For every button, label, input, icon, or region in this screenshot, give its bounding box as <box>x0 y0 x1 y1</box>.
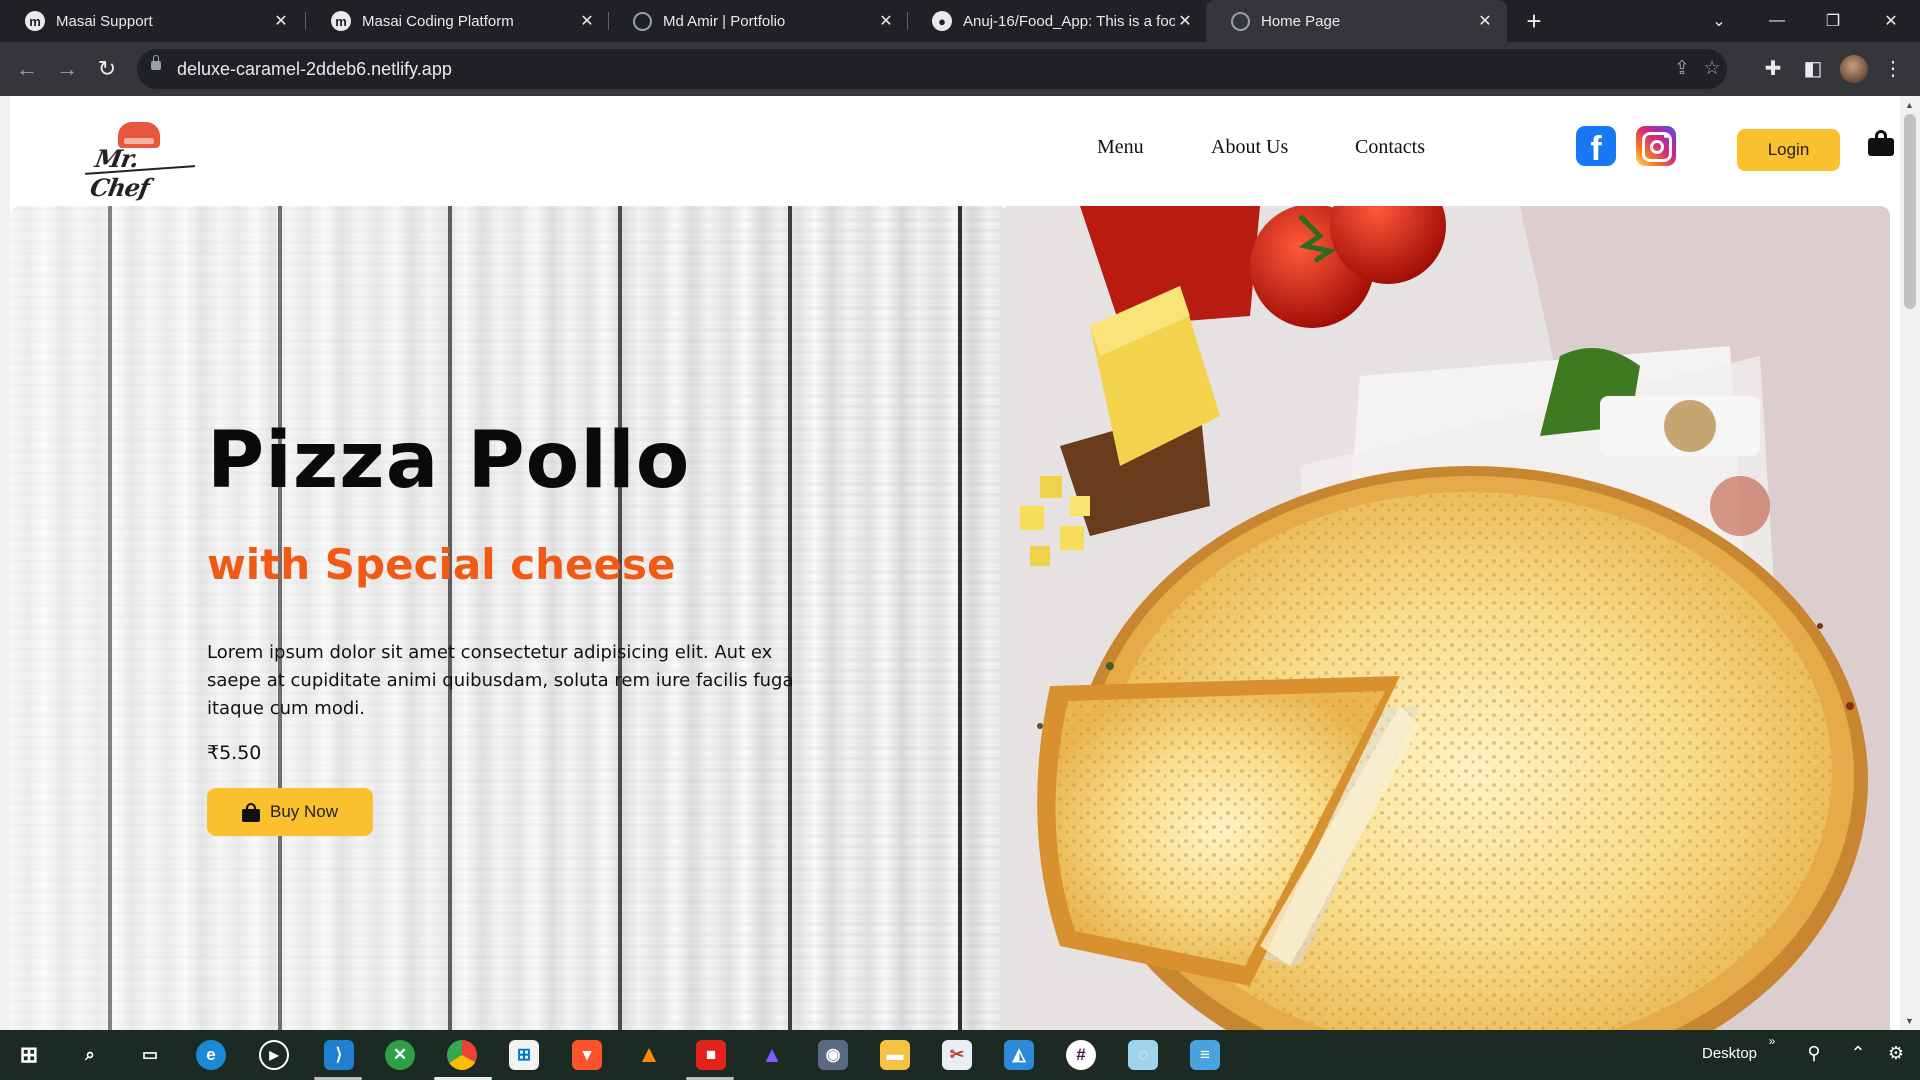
shopping-bag-icon <box>241 803 260 822</box>
close-icon[interactable]: ✕ <box>1175 11 1195 31</box>
page-margin <box>0 96 10 1030</box>
affinity-icon[interactable]: ▲ <box>757 1040 787 1070</box>
windows-taskbar: ⊞ ⌕ ▭ e ▶ ⟩ ✕ ⊞ ▾ ▲ ■ ▲ ◉ ▬ ✂ ◭ # ◌ ≡ De… <box>0 1030 1920 1080</box>
minimize-button[interactable]: — <box>1748 0 1806 42</box>
tab-search-icon[interactable]: ⌄ <box>1690 0 1748 42</box>
reload-button[interactable]: ↻ <box>90 52 124 86</box>
camera-icon[interactable]: ◉ <box>818 1040 848 1070</box>
nav-contacts[interactable]: Contacts <box>1355 136 1425 159</box>
vertical-scrollbar[interactable]: ▲ ▼ <box>1900 96 1920 1030</box>
chevron-expand-icon[interactable]: » <box>1760 1034 1784 1048</box>
app-icon-2[interactable]: ◌ <box>1128 1040 1158 1070</box>
hero-price: ₹5.50 <box>207 742 262 764</box>
people-icon[interactable]: ⚲ <box>1802 1043 1826 1064</box>
instagram-icon[interactable] <box>1636 126 1676 166</box>
brave-icon[interactable]: ▾ <box>572 1040 602 1070</box>
tab-title: Md Amir | Portfolio <box>663 12 786 30</box>
tab-masai-support[interactable]: m Masai Support ✕ <box>0 0 303 42</box>
hero-section: Pizza Pollo with Special cheese Lorem ip… <box>10 206 1890 1030</box>
close-icon[interactable]: ✕ <box>577 11 597 31</box>
hero-title: Pizza Pollo <box>207 416 691 506</box>
address-bar[interactable]: deluxe-caramel-2ddeb6.netlify.app ⇪ ☆ <box>137 49 1727 89</box>
file-explorer-icon[interactable]: ▬ <box>880 1040 910 1070</box>
close-icon[interactable]: ✕ <box>1475 11 1495 31</box>
extensions-icon[interactable]: ✚ <box>1759 55 1787 83</box>
side-panel-icon[interactable]: ◧ <box>1799 55 1827 83</box>
globe-icon <box>1231 11 1250 31</box>
back-button[interactable]: ← <box>10 52 44 86</box>
bookmark-star-icon[interactable]: ☆ <box>1701 58 1723 80</box>
scrollbar-thumb[interactable] <box>1904 114 1916 309</box>
site-header: Mr. Chef Menu About Us Contacts f Login <box>10 96 1900 206</box>
forward-button[interactable]: → <box>50 52 84 86</box>
start-icon[interactable]: ⊞ <box>14 1040 44 1070</box>
nav-about-us[interactable]: About Us <box>1211 136 1288 159</box>
search-icon[interactable]: ⌕ <box>75 1040 105 1070</box>
settings-gear-icon[interactable]: ⚙ <box>1884 1043 1908 1064</box>
buy-now-button[interactable]: Buy Now <box>207 788 373 836</box>
lock-icon <box>151 55 161 70</box>
pizza-image <box>1000 206 1890 1030</box>
chevron-up-icon[interactable]: ⌃ <box>1846 1043 1870 1064</box>
close-icon[interactable]: ✕ <box>876 11 896 31</box>
edge-icon[interactable]: e <box>196 1040 226 1070</box>
vlc-icon[interactable]: ▲ <box>634 1040 664 1070</box>
tab-title: Anuj-16/Food_App: This is a foo <box>963 12 1175 30</box>
share-icon[interactable]: ⇪ <box>1671 58 1693 80</box>
chrome-icon[interactable] <box>447 1040 477 1070</box>
facebook-icon[interactable]: f <box>1576 126 1616 166</box>
tab-home-page[interactable]: Home Page ✕ <box>1206 0 1507 42</box>
wood-background <box>10 206 1002 1030</box>
vscode-icon[interactable]: ⟩ <box>324 1040 354 1070</box>
new-tab-button[interactable]: + <box>1519 6 1549 36</box>
hero-description: Lorem ipsum dolor sit amet consectetur a… <box>207 642 794 719</box>
media-player-icon[interactable]: ▶ <box>259 1040 289 1070</box>
menu-kebab-icon[interactable]: ⋮ <box>1879 55 1907 83</box>
github-icon: ● <box>932 11 952 31</box>
tab-title: Masai Support <box>56 12 153 30</box>
buy-now-label: Buy Now <box>269 802 339 821</box>
profile-avatar[interactable] <box>1840 55 1868 83</box>
close-window-button[interactable]: ✕ <box>1862 0 1920 42</box>
photos-icon[interactable]: ◭ <box>1004 1040 1034 1070</box>
app-icon[interactable]: ■ <box>696 1040 726 1070</box>
snipping-tool-icon[interactable]: ✂ <box>942 1040 972 1070</box>
shopping-bag-icon[interactable] <box>1868 130 1894 156</box>
tab-github-food-app[interactable]: ● Anuj-16/Food_App: This is a foo ✕ <box>907 0 1207 42</box>
browser-toolbar: ← → ↻ deluxe-caramel-2ddeb6.netlify.app … <box>0 42 1920 96</box>
tab-portfolio[interactable]: Md Amir | Portfolio ✕ <box>608 0 908 42</box>
store-icon[interactable]: ⊞ <box>509 1040 539 1070</box>
masai-icon: m <box>331 11 351 31</box>
login-button[interactable]: Login <box>1737 129 1840 171</box>
close-icon[interactable]: ✕ <box>271 11 291 31</box>
restore-button[interactable]: ❐ <box>1804 0 1862 42</box>
tab-masai-coding-platform[interactable]: m Masai Coding Platform ✕ <box>306 0 609 42</box>
tab-title: Home Page <box>1261 12 1341 30</box>
hero-subtitle: with Special cheese <box>207 540 676 589</box>
notepad-icon[interactable]: ≡ <box>1190 1040 1220 1070</box>
scroll-up-icon[interactable]: ▲ <box>1905 100 1914 110</box>
page-viewport: Mr. Chef Menu About Us Contacts f Login <box>0 96 1920 1030</box>
scroll-down-icon[interactable]: ▼ <box>1905 1016 1914 1026</box>
mr-chef-logo[interactable]: Mr. Chef <box>85 122 195 202</box>
nav-menu[interactable]: Menu <box>1097 136 1144 159</box>
task-view-icon[interactable]: ▭ <box>135 1040 165 1070</box>
masai-icon: m <box>25 11 45 31</box>
globe-icon <box>633 11 652 31</box>
browser-tab-strip: m Masai Support ✕ m Masai Coding Platfor… <box>0 0 1920 42</box>
xbox-icon[interactable]: ✕ <box>385 1040 415 1070</box>
desktop-toolbar-label[interactable]: Desktop <box>1702 1045 1757 1062</box>
tab-title: Masai Coding Platform <box>362 12 514 30</box>
slack-icon[interactable]: # <box>1066 1040 1096 1070</box>
url-text: deluxe-caramel-2ddeb6.netlify.app <box>177 59 452 79</box>
